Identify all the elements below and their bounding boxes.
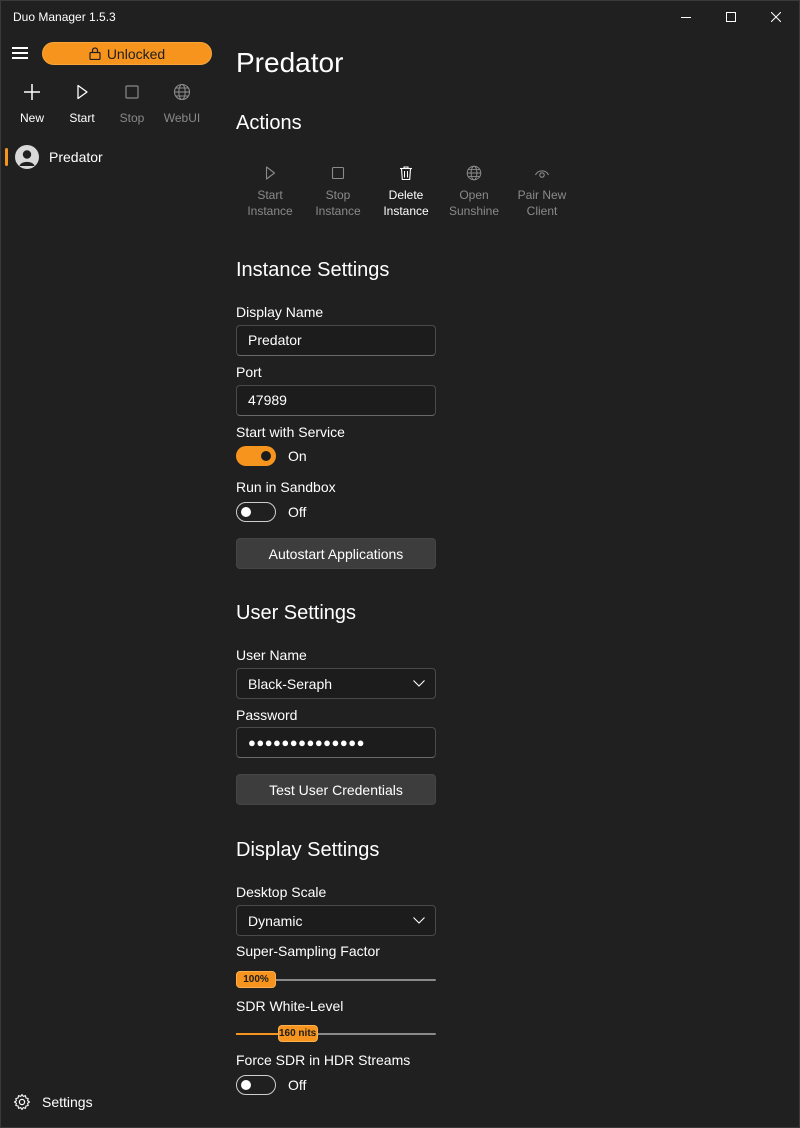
eye-icon [534, 170, 550, 178]
app-window: Duo Manager 1.5.3 Unlocked New Start Sto… [0, 0, 800, 1128]
start-with-service-label: Start with Service [236, 424, 345, 440]
pair-new-client-label: Pair New Client [517, 188, 567, 218]
minimize-button[interactable] [663, 1, 709, 33]
maximize-button[interactable] [708, 1, 754, 33]
sdr-white-level-thumb[interactable]: 160 nits [277, 1025, 318, 1042]
settings-button[interactable]: Settings [13, 1093, 93, 1111]
pair-new-client-button[interactable]: Pair New Client [508, 165, 576, 219]
password-label: Password [236, 707, 298, 723]
force-sdr-toggle[interactable] [236, 1075, 276, 1095]
unlock-label: Unlocked [106, 45, 166, 62]
hamburger-menu-icon[interactable] [12, 47, 30, 61]
display-settings-heading: Display Settings [236, 839, 380, 861]
plus-icon [24, 84, 40, 100]
open-sunshine-label: Open Sunshine [448, 188, 500, 218]
port-label: Port [236, 364, 262, 380]
autostart-applications-button[interactable]: Autostart Applications [236, 538, 436, 569]
start-with-service-state: On [288, 448, 307, 464]
maximize-icon [726, 12, 736, 22]
play-icon [265, 166, 276, 180]
settings-label: Settings [42, 1094, 93, 1110]
display-name-label: Display Name [236, 304, 324, 320]
stop-icon [125, 85, 139, 99]
force-sdr-label: Force SDR in HDR Streams [236, 1052, 411, 1068]
sidebar: Unlocked New Start Stop WebUI Predator S… [1, 33, 221, 1127]
avatar [15, 145, 39, 169]
force-sdr-row: Off [236, 1075, 306, 1095]
delete-instance-label: Delete Instance [383, 188, 429, 218]
force-sdr-state: Off [288, 1077, 307, 1093]
password-field[interactable]: ●●●●●●●●●●●●●● [236, 727, 436, 758]
run-in-sandbox-row: Off [236, 502, 306, 522]
sidebar-item-label: Predator [49, 149, 103, 165]
super-sampling-label: Super-Sampling Factor [236, 943, 380, 959]
close-icon [771, 12, 781, 22]
sidebar-toolbar: New Start Stop WebUI [7, 83, 207, 125]
instance-settings-heading: Instance Settings [236, 259, 390, 281]
sidebar-item-predator[interactable]: Predator [5, 145, 215, 169]
new-label: New [19, 111, 44, 125]
page-title: Predator [236, 47, 344, 78]
webui-button[interactable]: WebUI [157, 83, 207, 125]
run-in-sandbox-toggle[interactable] [236, 502, 276, 522]
title-bar: Duo Manager 1.5.3 [1, 1, 799, 33]
app-title: Duo Manager 1.5.3 [13, 10, 116, 24]
sdr-white-level-slider[interactable]: 160 nits [236, 1024, 436, 1044]
start-with-service-row: On [236, 446, 307, 466]
user-avatar-icon [19, 150, 35, 166]
padlock-icon [89, 47, 101, 60]
run-in-sandbox-label: Run in Sandbox [236, 479, 336, 495]
start-instance-button[interactable]: Start Instance [236, 165, 304, 219]
user-name-value: Black-Seraph [248, 675, 333, 692]
actions-toolbar: Start Instance Stop Instance Delete Inst… [236, 165, 576, 219]
minimize-icon [681, 17, 691, 18]
desktop-scale-label: Desktop Scale [236, 884, 327, 900]
start-label: Start [69, 111, 95, 125]
stop-instance-button[interactable]: Stop Instance [304, 165, 372, 219]
start-with-service-toggle[interactable] [236, 446, 276, 466]
open-sunshine-button[interactable]: Open Sunshine [440, 165, 508, 219]
globe-icon [173, 83, 191, 101]
chevron-down-icon [413, 917, 425, 924]
actions-heading: Actions [236, 112, 302, 134]
gear-icon [13, 1093, 31, 1111]
unlock-button[interactable]: Unlocked [42, 42, 212, 65]
webui-label: WebUI [163, 111, 201, 125]
start-button[interactable]: Start [57, 83, 107, 125]
run-in-sandbox-state: Off [288, 504, 307, 520]
trash-icon [400, 166, 412, 181]
start-instance-label: Start Instance [247, 188, 293, 218]
new-button[interactable]: New [7, 83, 57, 125]
stop-button[interactable]: Stop [107, 83, 157, 125]
play-icon [77, 84, 88, 100]
globe-icon [466, 165, 482, 181]
user-name-label: User Name [236, 647, 307, 663]
display-name-field[interactable]: Predator [236, 325, 436, 356]
super-sampling-thumb[interactable]: 100% [236, 971, 276, 988]
desktop-scale-dropdown[interactable]: Dynamic [236, 905, 436, 936]
chevron-down-icon [413, 680, 425, 687]
super-sampling-slider[interactable]: 100% [236, 970, 436, 990]
user-name-dropdown[interactable]: Black-Seraph [236, 668, 436, 699]
user-settings-heading: User Settings [236, 602, 357, 624]
stop-label: Stop [119, 111, 145, 125]
test-user-credentials-button[interactable]: Test User Credentials [236, 774, 436, 805]
stop-instance-label: Stop Instance [315, 188, 361, 218]
port-field[interactable]: 47989 [236, 385, 436, 416]
sdr-white-level-label: SDR White-Level [236, 998, 344, 1014]
delete-instance-button[interactable]: Delete Instance [372, 165, 440, 219]
selection-indicator [5, 148, 8, 166]
stop-icon [331, 166, 345, 180]
desktop-scale-value: Dynamic [248, 912, 303, 929]
close-button[interactable] [753, 1, 799, 33]
